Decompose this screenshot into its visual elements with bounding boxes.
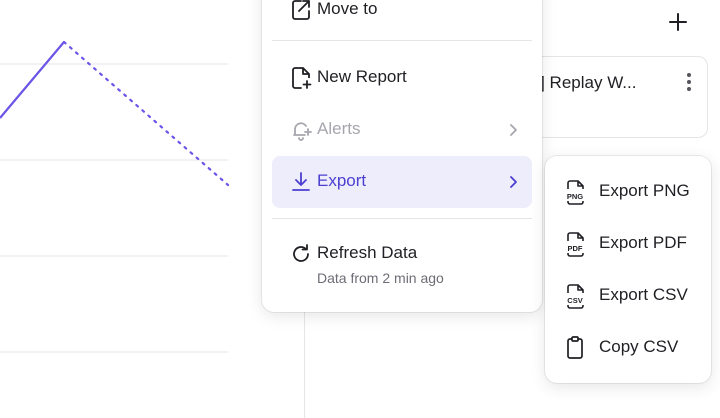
report-card[interactable]: er] Replay W... xyxy=(520,56,708,138)
svg-text:PDF: PDF xyxy=(568,244,583,253)
series-line-solid xyxy=(0,41,65,119)
menu-item-export[interactable]: Export xyxy=(272,156,532,208)
svg-text:PNG: PNG xyxy=(567,192,583,201)
export-submenu: PNG Export PNG PDF Export PDF CSV Export… xyxy=(545,156,711,383)
plus-icon xyxy=(669,13,687,31)
csv-file-icon: CSV xyxy=(567,284,584,309)
submenu-item-label: Export PNG xyxy=(599,181,690,200)
submenu-item-label: Export CSV xyxy=(599,285,688,304)
menu-item-alerts[interactable]: Alerts xyxy=(272,104,532,156)
menu-item-label: Refresh Data xyxy=(317,243,418,262)
new-report-icon xyxy=(292,67,312,89)
move-to-icon xyxy=(292,0,310,20)
menu-item-label: Alerts xyxy=(317,119,361,138)
menu-item-label: New Report xyxy=(317,67,407,86)
submenu-item-label: Copy CSV xyxy=(599,337,679,356)
menu-item-move-to[interactable]: Move to xyxy=(272,0,532,36)
submenu-item-copy-csv[interactable]: Copy CSV xyxy=(553,324,703,370)
png-file-icon: PNG xyxy=(567,180,584,205)
menu-separator xyxy=(272,218,532,219)
bell-plus-icon xyxy=(293,122,312,141)
download-icon xyxy=(292,172,310,191)
menu-separator xyxy=(272,40,532,41)
refresh-icon xyxy=(293,244,309,262)
submenu-item-export-pdf[interactable]: PDF Export PDF xyxy=(553,220,703,266)
chevron-right-icon xyxy=(510,176,517,188)
kebab-menu-icon[interactable] xyxy=(685,73,693,95)
svg-text:CSV: CSV xyxy=(567,296,582,305)
line-chart xyxy=(0,40,230,353)
refresh-subtext: Data from 2 min ago xyxy=(317,270,444,286)
menu-item-label: Move to xyxy=(317,0,378,18)
series-line-dotted xyxy=(62,40,230,187)
menu-item-label: Export xyxy=(317,171,367,190)
add-button[interactable] xyxy=(664,8,692,36)
submenu-item-export-png[interactable]: PNG Export PNG xyxy=(553,168,703,214)
chevron-right-icon xyxy=(510,124,517,136)
submenu-item-label: Export PDF xyxy=(599,233,687,252)
pdf-file-icon: PDF xyxy=(567,232,584,257)
context-menu: Move to New Report Alerts Export Refresh… xyxy=(262,0,542,312)
clipboard-icon xyxy=(567,336,583,359)
menu-item-new-report[interactable]: New Report xyxy=(272,52,532,104)
submenu-item-export-csv[interactable]: CSV Export CSV xyxy=(553,272,703,318)
